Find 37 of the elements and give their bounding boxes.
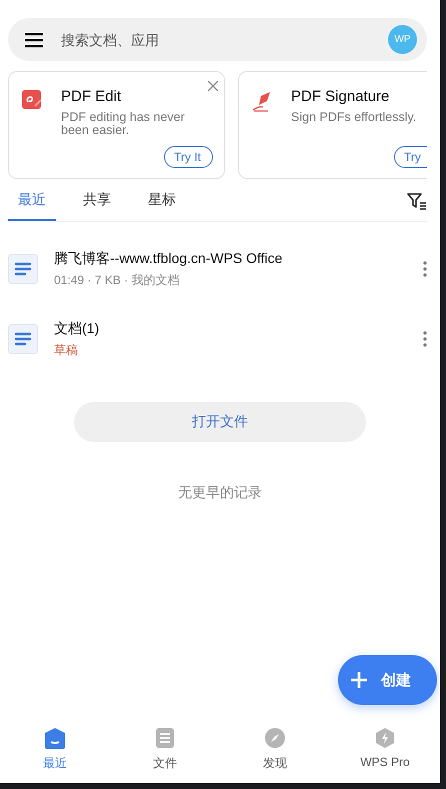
file-name: 腾飞博客--www.tfblog.cn-WPS Office xyxy=(54,250,284,268)
card-description: PDF editing has never been easier. xyxy=(61,111,186,136)
tab[interactable]: 星标 xyxy=(138,181,186,221)
home-icon xyxy=(44,727,66,749)
tab[interactable]: 最近 xyxy=(8,181,56,221)
try-button[interactable]: Try xyxy=(394,146,427,168)
tab[interactable]: 共享 xyxy=(73,181,121,221)
open-file-button[interactable]: 打开文件 xyxy=(74,402,366,442)
search-field[interactable]: 搜索文档、应用 WP xyxy=(8,18,427,61)
plus-icon xyxy=(350,671,368,689)
lightning-icon xyxy=(374,727,396,749)
draft-label: 草稿 xyxy=(54,342,79,358)
filter-icon[interactable] xyxy=(407,192,427,210)
more-icon[interactable] xyxy=(423,261,427,277)
document-icon xyxy=(154,727,176,749)
create-button[interactable]: 创建 xyxy=(338,655,437,705)
nav-item[interactable]: 文件 xyxy=(110,723,220,783)
file-info: 01:49 · 7 KB · 我的文档 xyxy=(54,272,180,288)
document-icon xyxy=(8,324,38,354)
file-row[interactable]: 文档(1) 草稿 xyxy=(0,304,440,374)
card-description: Sign PDFs effortlessly. xyxy=(291,111,418,124)
file-name: 文档(1) xyxy=(54,320,100,338)
document-icon xyxy=(8,254,38,284)
file-row[interactable]: 腾飞博客--www.tfblog.cn-WPS Office 01:49 · 7 KB · 我的文档 xyxy=(0,234,440,304)
nav-item[interactable]: WPS Pro xyxy=(330,723,440,783)
nav-item[interactable]: 最近 xyxy=(0,723,110,783)
avatar[interactable]: WP xyxy=(388,25,417,54)
compass-icon xyxy=(264,727,286,749)
menu-icon[interactable] xyxy=(25,32,43,48)
close-icon[interactable] xyxy=(208,81,218,91)
more-icon[interactable] xyxy=(423,331,427,347)
card-title: PDF Edit xyxy=(61,88,122,105)
nav-item[interactable]: 发现 xyxy=(220,723,330,783)
try-button[interactable]: Try It xyxy=(164,146,213,168)
end-note: 无更早的记录 xyxy=(177,484,263,502)
pdf-edit-icon xyxy=(21,89,43,111)
card-title: PDF Signature xyxy=(291,88,390,105)
